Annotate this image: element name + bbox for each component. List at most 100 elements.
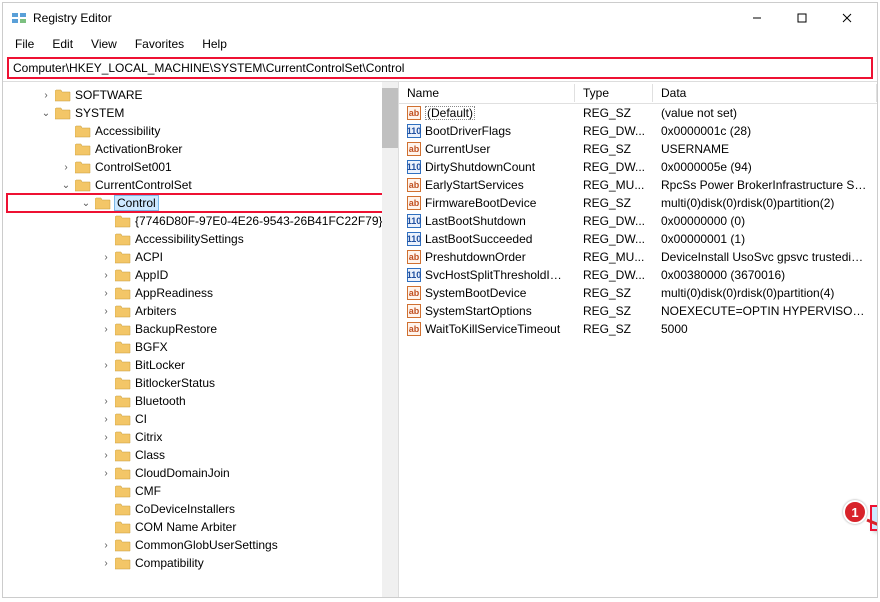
- tree-label: BitLocker: [135, 358, 185, 372]
- tree-node-system[interactable]: ⌄SYSTEM: [7, 104, 398, 122]
- tree-node-accessibilitysettings[interactable]: AccessibilitySettings: [7, 230, 398, 248]
- value-dword-icon: 110: [407, 268, 421, 282]
- folder-icon: [115, 449, 131, 462]
- scrollbar-thumb[interactable]: [382, 88, 398, 148]
- tree-node-acpi[interactable]: › ACPI: [7, 248, 398, 266]
- value-name: WaitToKillServiceTimeout: [425, 322, 560, 336]
- tree-label: ACPI: [135, 250, 163, 264]
- value-row[interactable]: abSystemBootDeviceREG_SZmulti(0)disk(0)r…: [399, 284, 877, 302]
- tree-node-class[interactable]: › Class: [7, 446, 398, 464]
- value-row[interactable]: 110BootDriverFlagsREG_DW...0x0000001c (2…: [399, 122, 877, 140]
- value-row[interactable]: abWaitToKillServiceTimeoutREG_SZ5000: [399, 320, 877, 338]
- value-row[interactable]: abCurrentUserREG_SZUSERNAME: [399, 140, 877, 158]
- tree-node-backuprestore[interactable]: ›BackupRestore: [7, 320, 398, 338]
- expand-toggle-icon[interactable]: ›: [99, 468, 113, 479]
- tree-node-citrix[interactable]: ›Citrix: [7, 428, 398, 446]
- value-string-icon: ab: [407, 196, 421, 210]
- tree-node-cmf[interactable]: CMF: [7, 482, 398, 500]
- tree-label: Class: [135, 448, 165, 462]
- tree-node-bgfx[interactable]: BGFX: [7, 338, 398, 356]
- expand-toggle-icon[interactable]: ›: [99, 414, 113, 425]
- menu-view[interactable]: View: [83, 35, 125, 53]
- minimize-button[interactable]: [734, 3, 779, 33]
- value-row[interactable]: abPreshutdownOrderREG_MU...DeviceInstall…: [399, 248, 877, 266]
- menu-edit[interactable]: Edit: [44, 35, 81, 53]
- tree-label: {7746D80F-97E0-4E26-9543-26B41FC22F79}: [135, 214, 383, 228]
- expand-toggle-icon[interactable]: ⌄: [79, 198, 93, 209]
- tree-node-arbiters[interactable]: ›Arbiters: [7, 302, 398, 320]
- folder-icon: [115, 431, 131, 444]
- folder-icon: [115, 359, 131, 372]
- tree-label: ActivationBroker: [95, 142, 182, 156]
- expand-toggle-icon[interactable]: ›: [99, 540, 113, 551]
- expand-toggle-icon[interactable]: ›: [99, 432, 113, 443]
- value-name: BootDriverFlags: [425, 124, 511, 138]
- tree-node-accessibility[interactable]: Accessibility: [7, 122, 398, 140]
- tree-pane[interactable]: ›SOFTWARE⌄SYSTEM Accessibility ActivationB…: [3, 82, 399, 597]
- tree-node-comnamearbiter[interactable]: COM Name Arbiter: [7, 518, 398, 536]
- value-row[interactable]: 110SvcHostSplitThresholdInKBREG_DW...0x0…: [399, 266, 877, 284]
- expand-toggle-icon[interactable]: ›: [39, 90, 53, 101]
- value-row[interactable]: 110LastBootSucceededREG_DW...0x00000001 …: [399, 230, 877, 248]
- value-row[interactable]: 110LastBootShutdownREG_DW...0x00000000 (…: [399, 212, 877, 230]
- tree-node-currentcontrolset[interactable]: ⌄CurrentControlSet: [7, 176, 398, 194]
- menu-help[interactable]: Help: [194, 35, 235, 53]
- close-button[interactable]: [824, 3, 869, 33]
- value-name: LastBootShutdown: [425, 214, 526, 228]
- expand-toggle-icon[interactable]: ›: [99, 558, 113, 569]
- tree-label: Accessibility: [95, 124, 160, 138]
- expand-toggle-icon[interactable]: ›: [99, 270, 113, 281]
- expand-toggle-icon[interactable]: ⌄: [39, 108, 53, 119]
- tree-label: COM Name Arbiter: [135, 520, 236, 534]
- folder-icon: [55, 107, 71, 120]
- menu-favorites[interactable]: Favorites: [127, 35, 192, 53]
- maximize-button[interactable]: [779, 3, 824, 33]
- expand-toggle-icon[interactable]: ›: [99, 252, 113, 263]
- tree-node-bitlockerstatus[interactable]: BitlockerStatus: [7, 374, 398, 392]
- value-name: SystemBootDevice: [425, 286, 526, 300]
- value-data: 0x00000001 (1): [653, 232, 877, 246]
- tree-node-controlset001[interactable]: ›ControlSet001: [7, 158, 398, 176]
- tree-node-compatibility[interactable]: ›Compatibility: [7, 554, 398, 572]
- tree-node-activationbroker[interactable]: ActivationBroker: [7, 140, 398, 158]
- tree-node-control[interactable]: ⌄Control: [7, 194, 398, 212]
- tree-node-ci[interactable]: ›CI: [7, 410, 398, 428]
- col-name[interactable]: Name: [399, 84, 575, 102]
- folder-icon: [115, 377, 131, 390]
- tree-node-bluetooth[interactable]: ›Bluetooth: [7, 392, 398, 410]
- value-row[interactable]: abFirmwareBootDeviceREG_SZmulti(0)disk(0…: [399, 194, 877, 212]
- value-row[interactable]: 110DirtyShutdownCountREG_DW...0x0000005e…: [399, 158, 877, 176]
- value-data: multi(0)disk(0)rdisk(0)partition(4): [653, 286, 877, 300]
- value-string-icon: ab: [407, 178, 421, 192]
- tree-node-software[interactable]: ›SOFTWARE: [7, 86, 398, 104]
- tree-scrollbar[interactable]: [382, 82, 398, 597]
- value-type: REG_SZ: [575, 106, 653, 120]
- menu-file[interactable]: File: [7, 35, 42, 53]
- expand-toggle-icon[interactable]: ›: [59, 162, 73, 173]
- value-row[interactable]: abEarlyStartServicesREG_MU...RpcSs Power…: [399, 176, 877, 194]
- expand-toggle-icon[interactable]: ›: [99, 306, 113, 317]
- tree-node-appreadiness[interactable]: ›AppReadiness: [7, 284, 398, 302]
- expand-toggle-icon[interactable]: ›: [99, 288, 113, 299]
- address-bar[interactable]: Computer\HKEY_LOCAL_MACHINE\SYSTEM\Curre…: [7, 57, 873, 79]
- expand-toggle-icon[interactable]: ›: [99, 450, 113, 461]
- value-name: LastBootSucceeded: [425, 232, 532, 246]
- expand-toggle-icon[interactable]: ⌄: [59, 180, 73, 191]
- tree-node-codeviceinstallers[interactable]: CoDeviceInstallers: [7, 500, 398, 518]
- value-row[interactable]: abSystemStartOptionsREG_SZ NOEXECUTE=OPT…: [399, 302, 877, 320]
- value-name: SvcHostSplitThresholdInKB: [425, 268, 572, 282]
- value-data: USERNAME: [653, 142, 877, 156]
- col-data[interactable]: Data: [653, 84, 877, 102]
- values-pane[interactable]: Name Type Data ab(Default)REG_SZ(value n…: [399, 82, 877, 597]
- tree-node-appid[interactable]: ›AppID: [7, 266, 398, 284]
- expand-toggle-icon[interactable]: ›: [99, 360, 113, 371]
- tree-node-guid[interactable]: {7746D80F-97E0-4E26-9543-26B41FC22F79}: [7, 212, 398, 230]
- tree-node-clouddomainjoin[interactable]: ›CloudDomainJoin: [7, 464, 398, 482]
- value-row[interactable]: ab(Default)REG_SZ(value not set): [399, 104, 877, 122]
- value-data: multi(0)disk(0)rdisk(0)partition(2): [653, 196, 877, 210]
- col-type[interactable]: Type: [575, 84, 653, 102]
- expand-toggle-icon[interactable]: ›: [99, 324, 113, 335]
- tree-node-commonglobusersettings[interactable]: ›CommonGlobUserSettings: [7, 536, 398, 554]
- tree-node-bitlocker[interactable]: › BitLocker: [7, 356, 398, 374]
- expand-toggle-icon[interactable]: ›: [99, 396, 113, 407]
